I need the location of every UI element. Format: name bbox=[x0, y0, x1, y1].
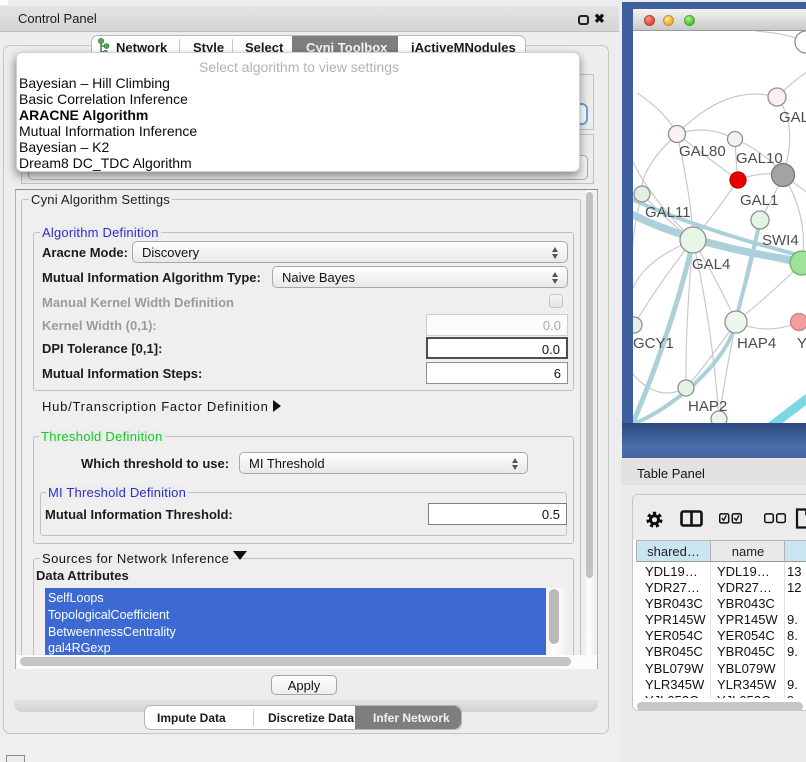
svg-text:HAP2: HAP2 bbox=[688, 398, 727, 415]
svg-text:SWI4: SWI4 bbox=[762, 232, 799, 249]
svg-text:HAP4: HAP4 bbox=[737, 335, 776, 352]
svg-text:GAL11: GAL11 bbox=[645, 204, 691, 221]
svg-text:GCY1: GCY1 bbox=[633, 335, 674, 352]
svg-text:GAL80: GAL80 bbox=[679, 143, 726, 160]
svg-text:GAL7: GAL7 bbox=[779, 109, 806, 126]
svg-text:GAL1: GAL1 bbox=[740, 192, 778, 209]
svg-text:GAL10: GAL10 bbox=[736, 150, 783, 167]
svg-text:Y: Y bbox=[797, 335, 806, 352]
svg-text:GAL4: GAL4 bbox=[692, 256, 730, 273]
